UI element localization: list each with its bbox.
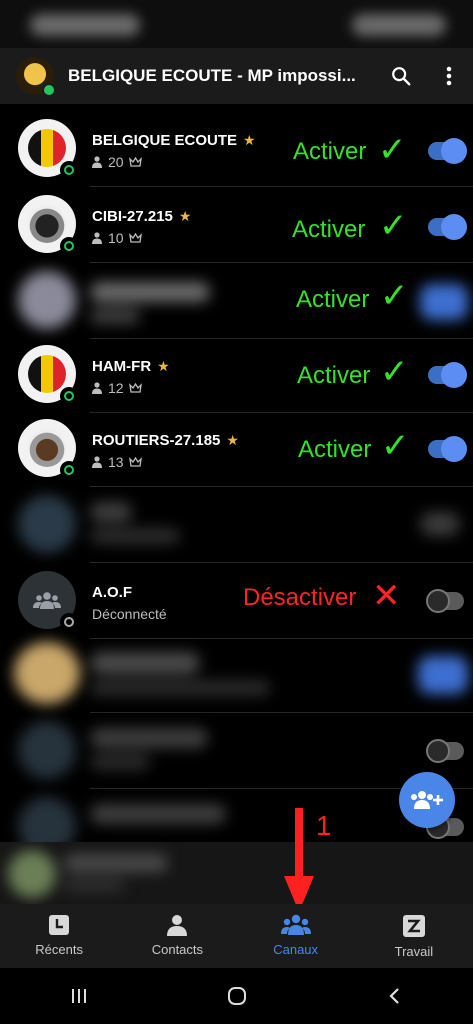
checkmark-icon: ✓ bbox=[380, 277, 409, 315]
mini-player[interactable] bbox=[0, 842, 473, 904]
channel-status: Déconnecté bbox=[92, 606, 167, 622]
online-indicator bbox=[42, 83, 56, 97]
channel-avatar bbox=[18, 119, 78, 179]
channel-row[interactable] bbox=[0, 488, 473, 563]
activate-annotation: Activer bbox=[292, 216, 366, 243]
channel-row[interactable]: ROUTIERS-27.185 ★ 13 Activer ✓ bbox=[0, 412, 473, 487]
channel-row[interactable]: CIBI-27.215 ★ 10 Activer ✓ bbox=[0, 188, 473, 263]
checkmark-icon: ✓ bbox=[381, 427, 410, 465]
person-icon bbox=[92, 456, 102, 468]
bottom-navigation: Récents Contacts Canaux Travail bbox=[0, 904, 473, 968]
person-icon bbox=[92, 232, 102, 244]
status-icons-blurred bbox=[30, 14, 140, 36]
channel-toggle[interactable] bbox=[428, 436, 467, 462]
channel-meta: 10 bbox=[92, 230, 142, 246]
back-icon[interactable] bbox=[385, 986, 405, 1006]
deactivate-annotation: Désactiver bbox=[243, 584, 357, 611]
recent-icon bbox=[49, 915, 70, 935]
channel-avatar bbox=[18, 419, 78, 479]
channel-meta: 20 bbox=[92, 154, 142, 170]
channel-avatar[interactable] bbox=[16, 57, 56, 97]
channel-toggle[interactable] bbox=[426, 589, 464, 613]
channel-meta: 12 bbox=[92, 380, 142, 396]
online-badge-icon bbox=[60, 387, 78, 405]
channel-toggle[interactable] bbox=[428, 214, 467, 240]
annotation-arrow bbox=[284, 808, 314, 912]
star-icon: ★ bbox=[178, 208, 192, 224]
nav-contacts[interactable]: Contacts bbox=[118, 904, 236, 968]
group-icon bbox=[33, 592, 61, 609]
checkmark-icon: ✓ bbox=[380, 353, 409, 391]
star-icon: ★ bbox=[243, 132, 256, 148]
group-icon bbox=[280, 914, 311, 935]
crown-icon bbox=[128, 157, 142, 167]
channel-name: BELGIQUE ECOUTE ★ bbox=[92, 132, 256, 149]
system-navigation bbox=[0, 968, 473, 1024]
channel-avatar bbox=[18, 345, 78, 405]
channel-meta: 13 bbox=[92, 454, 142, 470]
crown-icon bbox=[128, 457, 142, 467]
annotation-step-number: 1 bbox=[316, 810, 332, 841]
channel-row[interactable]: HAM-FR ★ 12 Activer ✓ bbox=[0, 338, 473, 413]
channel-toggle[interactable] bbox=[426, 739, 464, 763]
activate-annotation: Activer bbox=[293, 138, 367, 165]
more-vert-icon[interactable] bbox=[425, 52, 473, 100]
channel-avatar bbox=[18, 195, 78, 255]
status-indicators-blurred bbox=[352, 14, 446, 36]
add-group-icon bbox=[411, 791, 443, 809]
online-badge-icon bbox=[60, 461, 78, 479]
cross-icon: ✕ bbox=[372, 577, 401, 615]
activate-annotation: Activer bbox=[298, 436, 372, 463]
channel-row[interactable]: BELGIQUE ECOUTE ★ 20 Activer ✓ bbox=[0, 112, 473, 187]
star-icon: ★ bbox=[226, 432, 239, 448]
checkmark-icon: ✓ bbox=[379, 207, 408, 245]
search-icon[interactable] bbox=[377, 52, 425, 100]
person-icon bbox=[92, 382, 102, 394]
status-bar bbox=[0, 0, 473, 48]
page-title[interactable]: BELGIQUE ECOUTE - MP impossi... bbox=[68, 66, 360, 86]
channel-row[interactable] bbox=[0, 638, 473, 713]
channel-avatar bbox=[18, 571, 78, 631]
online-badge-icon bbox=[60, 237, 78, 255]
crown-icon bbox=[128, 233, 142, 243]
channel-toggle[interactable] bbox=[428, 362, 467, 388]
star-icon: ★ bbox=[157, 358, 170, 374]
channel-name: HAM-FR ★ bbox=[92, 358, 170, 375]
channel-name: CIBI-27.215 ★ bbox=[92, 208, 192, 225]
work-icon bbox=[402, 915, 425, 937]
recent-apps-icon[interactable] bbox=[69, 986, 89, 1006]
home-icon[interactable] bbox=[226, 985, 248, 1007]
add-group-button[interactable] bbox=[399, 772, 455, 828]
channel-name: ROUTIERS-27.185 ★ bbox=[92, 432, 239, 449]
person-icon bbox=[92, 156, 102, 168]
nav-work[interactable]: Travail bbox=[355, 904, 473, 968]
person-icon bbox=[167, 915, 188, 936]
online-badge-icon bbox=[60, 161, 78, 179]
nav-channels[interactable]: Canaux bbox=[237, 904, 355, 968]
channel-name: A.O.F bbox=[92, 584, 132, 601]
activate-annotation: Activer bbox=[297, 362, 371, 389]
channel-row[interactable]: Activer ✓ bbox=[0, 264, 473, 339]
nav-recents[interactable]: Récents bbox=[0, 904, 118, 968]
crown-icon bbox=[128, 383, 142, 393]
channel-row[interactable]: A.O.F Déconnecté Désactiver ✕ bbox=[0, 564, 473, 639]
activate-annotation: Activer bbox=[296, 286, 370, 313]
checkmark-icon: ✓ bbox=[378, 131, 407, 169]
channel-toggle[interactable] bbox=[428, 138, 467, 164]
channel-row[interactable] bbox=[0, 714, 473, 789]
app-bar: BELGIQUE ECOUTE - MP impossi... bbox=[0, 48, 473, 104]
offline-badge-icon bbox=[60, 613, 78, 631]
